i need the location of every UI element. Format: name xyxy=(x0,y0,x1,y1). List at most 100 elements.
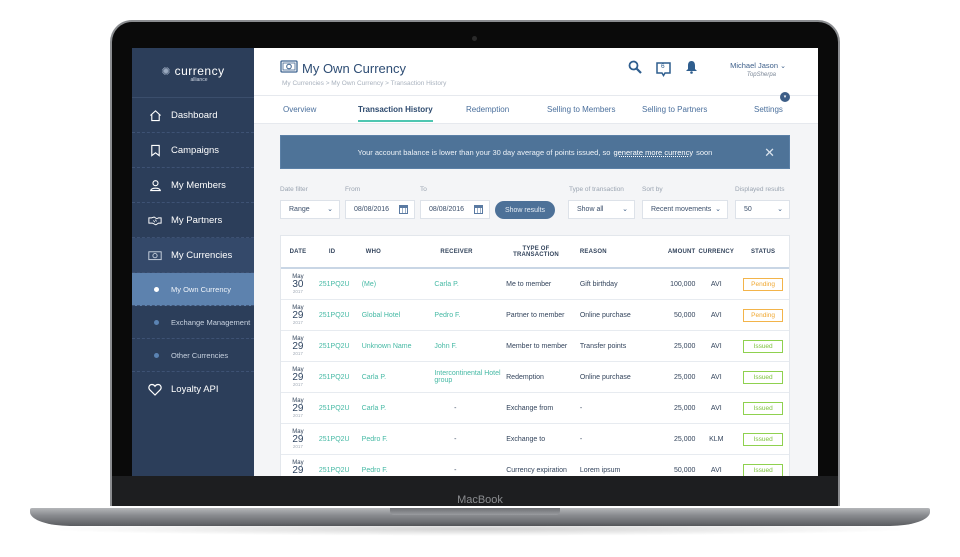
amount: 50,000 xyxy=(673,466,696,474)
header: My Own Currency My Currencies > My Own C… xyxy=(254,48,818,96)
logo-sub: alliance xyxy=(190,77,208,83)
tab-selling-to-partners[interactable]: Selling to Partners xyxy=(642,105,707,114)
who-link[interactable]: Global Hotel xyxy=(362,312,435,319)
logo-name: currency xyxy=(174,64,225,78)
home-icon xyxy=(148,108,162,122)
generate-currency-link[interactable]: generate more currency xyxy=(613,148,693,157)
tab-redemption[interactable]: Redemption xyxy=(466,105,509,114)
tab-overview[interactable]: Overview xyxy=(283,105,316,114)
date-cell: May 30 2017 xyxy=(281,274,315,295)
receiver-link[interactable]: Intercontinental Hotel group xyxy=(434,370,506,384)
user-menu[interactable]: Michael Jason ⌄ TopSherpa xyxy=(724,61,786,78)
transaction-id-link[interactable]: 251PQ2U xyxy=(315,405,362,412)
displayed-results-select[interactable]: 50 ⌄ xyxy=(735,200,790,219)
receiver-link[interactable]: John F. xyxy=(434,343,506,350)
sort-by-select[interactable]: Recent movements ⌄ xyxy=(642,200,728,219)
col-date[interactable]: DATE xyxy=(281,249,315,255)
who-link[interactable]: (Me) xyxy=(362,281,435,288)
col-reason[interactable]: REASON xyxy=(580,249,656,255)
table-row[interactable]: May 29 2017 251PQ2U Carla P. - Exchange … xyxy=(281,393,789,424)
col-receiver[interactable]: RECEIVER xyxy=(434,249,506,255)
sidebar-subitem-other-currencies[interactable]: Other Currencies xyxy=(132,339,254,372)
transaction-type: Redemption xyxy=(506,373,544,381)
who-link[interactable]: Carla P. xyxy=(362,405,435,412)
messages-count: 6 xyxy=(661,63,665,70)
user-icon xyxy=(148,178,162,192)
breadcrumb[interactable]: My Currencies > My Own Currency > Transa… xyxy=(282,80,446,87)
reason: - xyxy=(579,435,583,443)
table-row[interactable]: May 29 2017 251PQ2U Unknown Name John F.… xyxy=(281,331,789,362)
sidebar-item-my-members[interactable]: My Members xyxy=(132,168,254,203)
tab-settings[interactable]: Settings xyxy=(754,105,783,114)
transaction-id-link[interactable]: 251PQ2U xyxy=(315,436,362,443)
heart-icon xyxy=(148,383,162,397)
col-type[interactable]: TYPE OF TRANSACTION xyxy=(506,246,580,258)
chevron-down-icon: ⌄ xyxy=(780,63,786,70)
sidebar-subitem-my-own-currency[interactable]: My Own Currency xyxy=(132,273,254,306)
table-row[interactable]: May 30 2017 251PQ2U (Me) Carla P. Me to … xyxy=(281,269,789,300)
receiver-link[interactable]: Pedro F. xyxy=(434,312,506,319)
table-row[interactable]: May 29 2017 251PQ2U Global Hotel Pedro F… xyxy=(281,300,789,331)
displayed-results-label: Displayed results xyxy=(735,186,785,193)
table-row[interactable]: May 29 2017 251PQ2U Pedro F. - Currency … xyxy=(281,455,789,476)
tab-bar: Overview Transaction History Redemption … xyxy=(254,92,818,124)
who-link[interactable]: Pedro F. xyxy=(362,467,435,474)
settings-badge-icon[interactable]: ▾ xyxy=(780,92,790,102)
messages-icon[interactable]: 6 xyxy=(656,62,671,77)
reason: Lorem ipsum xyxy=(579,466,621,474)
transaction-type: Exchange to xyxy=(506,435,546,443)
camera-dot xyxy=(472,36,477,41)
sidebar-item-my-partners[interactable]: My Partners xyxy=(132,203,254,238)
from-date-value: 08/08/2016 xyxy=(354,206,390,213)
close-icon[interactable]: ✕ xyxy=(764,145,775,161)
col-amount[interactable]: AMOUNT xyxy=(656,249,696,255)
status-badge: Issued xyxy=(743,370,784,384)
who-link[interactable]: Pedro F. xyxy=(362,436,435,443)
to-date-input[interactable]: 08/08/2016 xyxy=(420,200,490,219)
who-link[interactable]: Unknown Name xyxy=(362,343,435,350)
tab-selling-to-members[interactable]: Selling to Members xyxy=(547,105,615,114)
col-currency[interactable]: CURRENCY xyxy=(695,249,737,255)
col-who[interactable]: WHO xyxy=(362,249,435,255)
transaction-type: Currency expiration xyxy=(506,466,567,474)
receiver-link[interactable]: Carla P. xyxy=(434,281,506,288)
calendar-icon[interactable] xyxy=(474,205,483,214)
date-year: 2017 xyxy=(292,288,303,294)
transaction-id-link[interactable]: 251PQ2U xyxy=(315,281,362,288)
handshake-icon xyxy=(148,213,162,227)
chevron-down-icon: ⌄ xyxy=(715,206,721,213)
date-filter-value: Range xyxy=(289,206,310,213)
bell-icon[interactable] xyxy=(685,60,698,79)
table-row[interactable]: May 29 2017 251PQ2U Carla P. Intercontin… xyxy=(281,362,789,393)
transaction-id-link[interactable]: 251PQ2U xyxy=(315,467,362,474)
reason: Transfer points xyxy=(579,342,627,350)
sidebar-item-label: Loyalty API xyxy=(171,384,219,395)
transaction-id-link[interactable]: 251PQ2U xyxy=(315,374,362,381)
sidebar-item-my-currencies[interactable]: My Currencies xyxy=(132,238,254,273)
search-icon[interactable] xyxy=(628,60,642,79)
status-badge: Pending xyxy=(743,308,784,322)
from-date-input[interactable]: 08/08/2016 xyxy=(345,200,415,219)
sidebar-item-dashboard[interactable]: Dashboard xyxy=(132,98,254,133)
logo[interactable]: ✺ currency alliance xyxy=(132,48,254,98)
to-date-value: 08/08/2016 xyxy=(429,206,465,213)
reason: Online purchase xyxy=(579,373,631,381)
sidebar-subitem-exchange-management[interactable]: Exchange Management xyxy=(132,306,254,339)
show-results-button[interactable]: Show results xyxy=(495,201,555,219)
date-filter-select[interactable]: Range ⌄ xyxy=(280,200,340,219)
transaction-id-link[interactable]: 251PQ2U xyxy=(315,343,362,350)
calendar-icon[interactable] xyxy=(399,205,408,214)
currency-note-icon xyxy=(280,59,298,78)
col-id[interactable]: ID xyxy=(315,249,362,255)
currency: AVI xyxy=(710,404,722,412)
transaction-id-link[interactable]: 251PQ2U xyxy=(315,312,362,319)
table-row[interactable]: May 29 2017 251PQ2U Pedro F. - Exchange … xyxy=(281,424,789,455)
status-badge: Issued xyxy=(743,339,784,353)
sidebar-item-campaigns[interactable]: Campaigns xyxy=(132,133,254,168)
who-link[interactable]: Carla P. xyxy=(362,374,435,381)
tab-transaction-history[interactable]: Transaction History xyxy=(358,105,433,122)
col-status[interactable]: STATUS xyxy=(737,249,789,255)
date-cell: May 29 2017 xyxy=(281,429,315,450)
sidebar-item-loyalty-api[interactable]: Loyalty API xyxy=(132,372,254,407)
type-filter-select[interactable]: Show all ⌄ xyxy=(568,200,635,219)
